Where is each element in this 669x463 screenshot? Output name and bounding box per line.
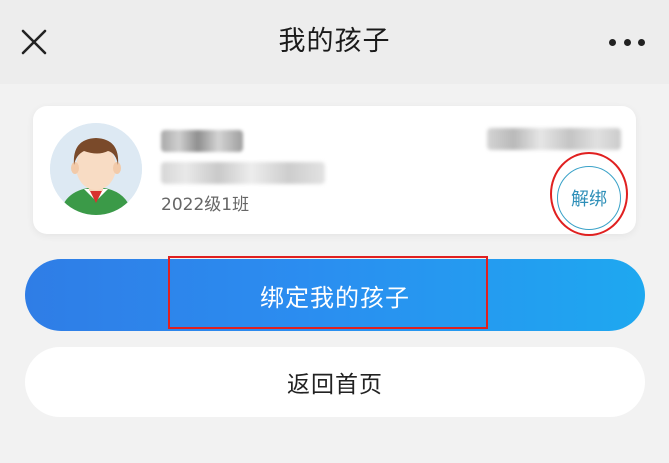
- back-home-button[interactable]: 返回首页: [25, 347, 645, 417]
- child-class: 2022级1班: [161, 195, 250, 215]
- page: 我的孩子 2022级1班 解绑 绑定我的孩子 返回首页: [0, 0, 669, 463]
- child-phone-redacted: [487, 128, 621, 150]
- child-avatar: [50, 123, 142, 215]
- more-button[interactable]: [603, 26, 651, 58]
- more-icon: [609, 38, 616, 46]
- page-title: 我的孩子: [278, 26, 391, 57]
- child-name-redacted: [161, 130, 243, 152]
- close-icon: [21, 29, 47, 55]
- child-avatar-icon: [50, 123, 142, 215]
- unbind-button[interactable]: 解绑: [557, 166, 621, 230]
- navbar: 我的孩子: [0, 0, 669, 84]
- child-id-redacted: [161, 162, 325, 184]
- child-card: 2022级1班 解绑: [33, 106, 636, 234]
- close-button[interactable]: [12, 20, 56, 64]
- bind-child-button[interactable]: 绑定我的孩子: [25, 259, 645, 331]
